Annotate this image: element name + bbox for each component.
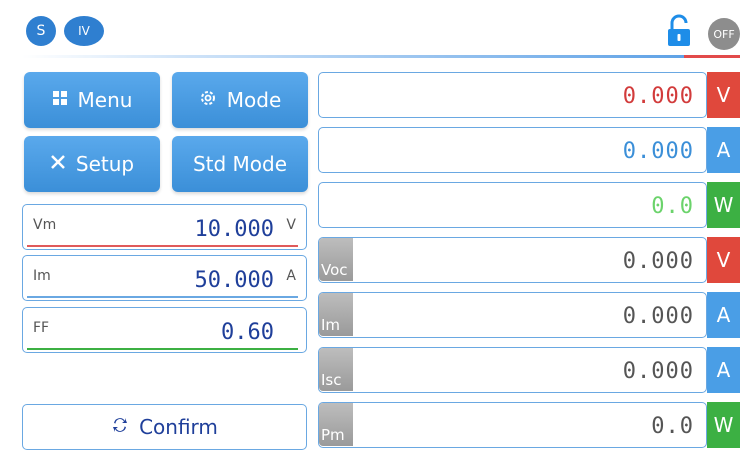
param-vm[interactable]: Vm 10.000 V bbox=[22, 204, 307, 250]
reading-tag-label: Pm bbox=[321, 426, 345, 444]
param-label: Vm bbox=[33, 217, 57, 233]
reading-unit: A bbox=[707, 127, 740, 173]
reading-value: 0.000 bbox=[622, 84, 694, 109]
reading-display: Pm 0.0 bbox=[318, 402, 707, 448]
reading-display: Im 0.000 bbox=[318, 292, 707, 338]
reading-display: Voc 0.000 bbox=[318, 237, 707, 283]
s-badge[interactable]: S bbox=[26, 16, 56, 46]
setup-button[interactable]: Setup bbox=[24, 136, 160, 192]
param-unit: V bbox=[286, 217, 296, 233]
reading-unit: A bbox=[707, 347, 740, 393]
reading-tag-label: Isc bbox=[321, 371, 342, 389]
confirm-button[interactable]: Confirm bbox=[22, 404, 307, 450]
menu-label: Menu bbox=[77, 88, 133, 112]
reading-tag: Voc bbox=[319, 238, 353, 281]
reading-tag-label: Im bbox=[321, 316, 341, 334]
reading-value: 0.000 bbox=[622, 139, 694, 164]
param-ff[interactable]: FF 0.60 bbox=[22, 307, 307, 353]
reading-value: 0.0 bbox=[651, 194, 694, 219]
param-value: 10.000 bbox=[194, 217, 274, 242]
unlock-icon[interactable] bbox=[664, 14, 694, 48]
reading-value: 0.0 bbox=[651, 414, 694, 439]
header-divider-red bbox=[684, 55, 740, 58]
param-underline bbox=[27, 348, 298, 350]
param-underline bbox=[27, 296, 298, 298]
param-label: Im bbox=[33, 268, 51, 284]
confirm-label: Confirm bbox=[139, 415, 218, 439]
reading-unit: W bbox=[707, 402, 740, 448]
reading-tag: Isc bbox=[319, 348, 353, 391]
reading-tag-label: Voc bbox=[321, 261, 348, 279]
grid-icon bbox=[52, 90, 68, 110]
param-underline bbox=[27, 245, 298, 247]
reading-display: 0.000 bbox=[318, 127, 707, 173]
header-divider bbox=[22, 55, 684, 58]
reading-unit: V bbox=[707, 72, 740, 118]
reading-unit: W bbox=[707, 182, 740, 228]
reading-value: 0.000 bbox=[622, 249, 694, 274]
menu-button[interactable]: Menu bbox=[24, 72, 160, 128]
param-unit: A bbox=[286, 268, 296, 284]
param-label: FF bbox=[33, 320, 50, 336]
param-value: 0.60 bbox=[221, 320, 274, 345]
reading-tag: Im bbox=[319, 293, 353, 336]
tools-icon bbox=[50, 154, 66, 174]
reading-value: 0.000 bbox=[622, 304, 694, 329]
reading-display: Isc 0.000 bbox=[318, 347, 707, 393]
mode-label: Mode bbox=[226, 88, 282, 112]
gear-icon bbox=[199, 89, 217, 111]
reading-tag: Pm bbox=[319, 403, 353, 446]
power-off-badge[interactable]: OFF bbox=[708, 18, 740, 50]
param-im[interactable]: Im 50.000 A bbox=[22, 255, 307, 301]
iv-badge[interactable]: IV bbox=[64, 16, 104, 46]
reading-value: 0.000 bbox=[622, 359, 694, 384]
reading-unit: A bbox=[707, 292, 740, 338]
std-mode-label: Std Mode bbox=[192, 152, 288, 176]
param-value: 50.000 bbox=[194, 268, 274, 293]
reading-display: 0.000 bbox=[318, 72, 707, 118]
setup-label: Setup bbox=[75, 152, 135, 176]
sync-icon bbox=[111, 415, 129, 439]
mode-button[interactable]: Mode bbox=[172, 72, 308, 128]
std-mode-button[interactable]: Std Mode bbox=[172, 136, 308, 192]
reading-unit: V bbox=[707, 237, 740, 283]
reading-display: 0.0 bbox=[318, 182, 707, 228]
